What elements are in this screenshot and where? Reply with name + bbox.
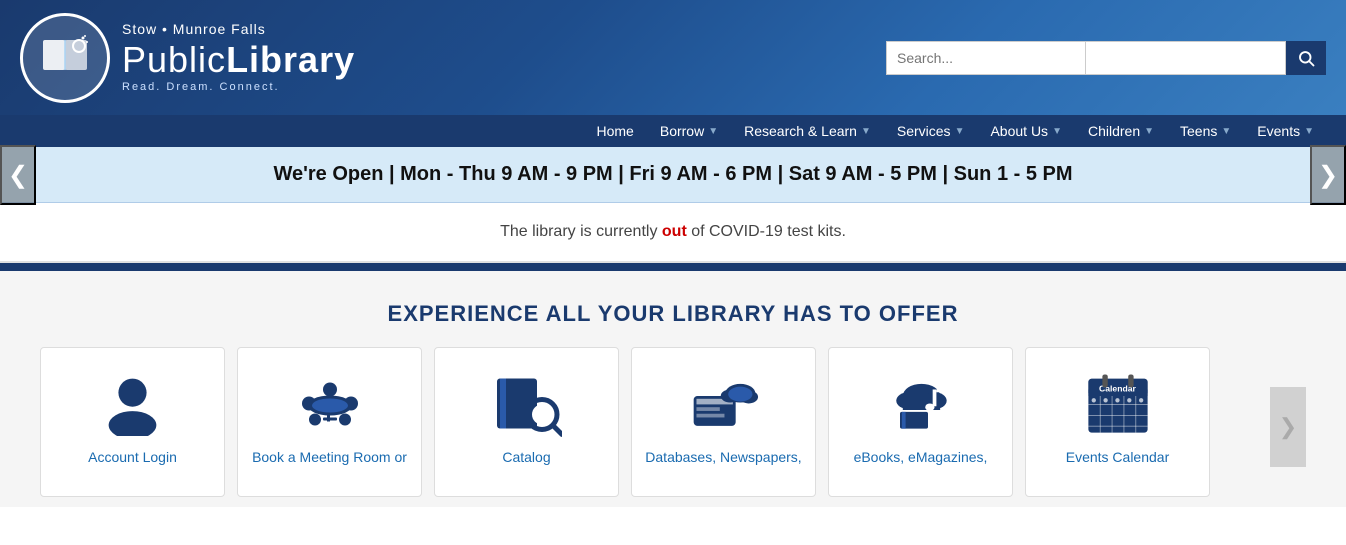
borrow-dropdown-arrow: ▼ [708, 126, 718, 137]
header-right [886, 41, 1326, 75]
events-calendar-icon: Calendar [1083, 368, 1153, 438]
search-extra-field [1086, 41, 1286, 75]
ebooks-icon [886, 368, 956, 438]
experience-title: EXPERIENCE ALL YOUR LIBRARY HAS TO OFFER [40, 291, 1306, 347]
search-icon [1297, 49, 1315, 67]
covid-prefix: The library is currently [500, 223, 662, 240]
search-input[interactable] [886, 41, 1086, 75]
nav-about-us[interactable]: About Us ▼ [978, 115, 1074, 147]
research-dropdown-arrow: ▼ [861, 126, 871, 137]
library-name-main: PublicLibrary [122, 38, 355, 81]
card-databases-label: Databases, Newspapers, [645, 448, 801, 468]
about-dropdown-arrow: ▼ [1052, 126, 1062, 137]
search-bar [886, 41, 1326, 75]
hours-section: ❮ We're Open | Mon - Thu 9 AM - 9 PM | F… [0, 147, 1346, 203]
services-dropdown-arrow: ▼ [955, 126, 965, 137]
carousel-right-button[interactable]: ❯ [1310, 145, 1346, 205]
library-name-top: Stow • Munroe Falls [122, 21, 355, 38]
meeting-room-icon [295, 368, 365, 438]
card-meeting-room[interactable]: Book a Meeting Room or [237, 347, 422, 497]
search-button[interactable] [1286, 41, 1326, 75]
nav-children[interactable]: Children ▼ [1076, 115, 1166, 147]
cards-container: Account Login [40, 347, 1306, 507]
databases-icon [689, 368, 759, 438]
nav-research-learn[interactable]: Research & Learn ▼ [732, 115, 883, 147]
nav-borrow[interactable]: Borrow ▼ [648, 115, 730, 147]
card-events-calendar[interactable]: Calendar [1025, 347, 1210, 497]
nav-bar: Home Borrow ▼ Research & Learn ▼ Service… [0, 115, 1346, 147]
card-ebooks-label: eBooks, eMagazines, [854, 448, 988, 468]
card-ebooks[interactable]: eBooks, eMagazines, [828, 347, 1013, 497]
card-account-login-label: Account Login [88, 448, 177, 468]
covid-out-word: out [662, 223, 687, 240]
nav-teens[interactable]: Teens ▼ [1168, 115, 1243, 147]
nav-home[interactable]: Home [585, 115, 646, 147]
carousel-left-button[interactable]: ❮ [0, 145, 36, 205]
covid-notice: The library is currently out of COVID-19… [0, 203, 1346, 263]
logo-icon [20, 13, 110, 103]
children-dropdown-arrow: ▼ [1144, 126, 1154, 137]
nav-services[interactable]: Services ▼ [885, 115, 977, 147]
card-databases[interactable]: Databases, Newspapers, [631, 347, 816, 497]
account-login-icon [98, 368, 168, 438]
library-tagline: Read. Dream. Connect. [122, 81, 355, 94]
card-meeting-room-label: Book a Meeting Room or [252, 448, 407, 468]
events-dropdown-arrow: ▼ [1304, 126, 1314, 137]
cards-row: Account Login [40, 347, 1306, 507]
card-account-login[interactable]: Account Login [40, 347, 225, 497]
card-catalog[interactable]: Catalog [434, 347, 619, 497]
experience-section: EXPERIENCE ALL YOUR LIBRARY HAS TO OFFER… [0, 271, 1346, 507]
covid-suffix: of COVID-19 test kits. [687, 223, 846, 240]
card-events-calendar-label: Events Calendar [1066, 448, 1170, 468]
hours-banner: We're Open | Mon - Thu 9 AM - 9 PM | Fri… [0, 147, 1346, 203]
hours-text: We're Open | Mon - Thu 9 AM - 9 PM | Fri… [20, 163, 1326, 186]
header: Stow • Munroe Falls PublicLibrary Read. … [0, 0, 1346, 115]
teens-dropdown-arrow: ▼ [1221, 126, 1231, 137]
logo-text: Stow • Munroe Falls PublicLibrary Read. … [122, 21, 355, 94]
logo-area: Stow • Munroe Falls PublicLibrary Read. … [20, 13, 355, 103]
nav-events[interactable]: Events ▼ [1245, 115, 1326, 147]
cards-scroll-right-button[interactable]: ❯ [1270, 387, 1306, 467]
catalog-icon [492, 368, 562, 438]
dark-divider [0, 263, 1346, 271]
card-catalog-label: Catalog [502, 448, 550, 468]
